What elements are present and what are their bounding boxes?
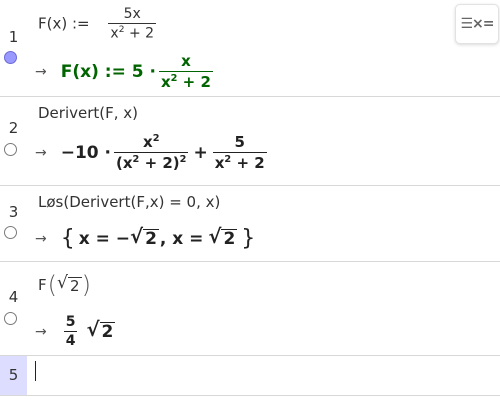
algebra-menu-icon[interactable]: ☰×= — [455, 4, 499, 44]
fraction-numerator: 5 — [65, 314, 76, 330]
solution-text: , x = — [159, 228, 204, 249]
close-brace: } — [241, 226, 256, 251]
open-paren: ( — [47, 271, 58, 299]
text-cursor[interactable] — [35, 361, 36, 381]
input-denominator: x2 + 2 — [108, 23, 157, 42]
visibility-toggle[interactable] — [4, 143, 17, 156]
cas-output: → 5 4 √ 2 — [35, 314, 116, 349]
output-arrow: → — [35, 144, 47, 161]
sqrt-symbol: √ 2 — [130, 225, 159, 250]
output-arrow: → — [35, 230, 47, 247]
cas-input[interactable]: Derivert(F, x) — [38, 104, 138, 122]
cas-row-1[interactable]: 1 F(x) := 5x x2 + 2 → F(x) := 5 · x x2 +… — [0, 0, 500, 97]
fraction-denominator: x2 + 2 — [212, 152, 267, 172]
row-number: 2 — [8, 119, 19, 137]
cas-input[interactable]: Løs(Derivert(F,x) = 0, x) — [38, 193, 220, 211]
output-arrow: → — [35, 63, 47, 80]
visibility-toggle[interactable] — [4, 226, 17, 239]
input-lhs: F(x) := — [38, 14, 90, 33]
toolbar-glyph: ☰×= — [460, 16, 494, 32]
cas-output: → { x = − √ 2 , x = √ 2 } — [35, 226, 255, 251]
row-number: 1 — [8, 28, 19, 46]
cas-output: → F(x) := 5 · x x2 + 2 — [35, 52, 216, 91]
cas-input[interactable]: F(x) := 5x x2 + 2 — [38, 6, 159, 42]
fraction-numerator: 5 — [234, 133, 245, 151]
output-numerator: x — [181, 52, 191, 70]
fraction-denominator: 4 — [63, 331, 78, 349]
sqrt-symbol: √ 2 — [86, 318, 116, 343]
solution-text: x = − — [78, 228, 131, 249]
output-arrow: → — [35, 323, 47, 340]
function-name: F — [38, 276, 47, 294]
row-number: 5 — [8, 366, 19, 384]
row-number: 4 — [8, 288, 19, 306]
close-paren: ) — [81, 271, 91, 299]
fraction-denominator: (x2 + 2)2 — [114, 152, 189, 172]
cas-input[interactable]: F ( √ 2 ) — [38, 271, 91, 299]
output-denominator: x2 + 2 — [158, 71, 213, 91]
cas-row-4[interactable]: 4 F ( √ 2 ) → 5 4 √ 2 — [0, 262, 500, 356]
cas-row-2[interactable]: 2 Derivert(F, x) → −10 · x2 (x2 + 2)2 + … — [0, 97, 500, 186]
output-lhs: F(x) := 5 · — [60, 61, 156, 82]
output-coefficient: −10 · — [60, 142, 112, 163]
open-brace: { — [60, 226, 75, 251]
plus-sign: + — [193, 142, 208, 163]
cas-row-3[interactable]: 3 Løs(Derivert(F,x) = 0, x) → { x = − √ 2… — [0, 186, 500, 262]
input-numerator: 5x — [123, 6, 141, 22]
sqrt-symbol: √ 2 — [57, 272, 82, 295]
cas-output: → −10 · x2 (x2 + 2)2 + 5 x2 + 2 — [35, 133, 270, 172]
cas-row-5[interactable]: 5 — [0, 356, 500, 396]
row-number: 3 — [8, 203, 19, 221]
visibility-toggle[interactable] — [4, 312, 17, 325]
fraction-numerator: x2 — [143, 133, 160, 151]
sqrt-symbol: √ 2 — [208, 225, 238, 250]
row-gutter — [0, 0, 27, 96]
visibility-toggle[interactable] — [4, 51, 17, 64]
